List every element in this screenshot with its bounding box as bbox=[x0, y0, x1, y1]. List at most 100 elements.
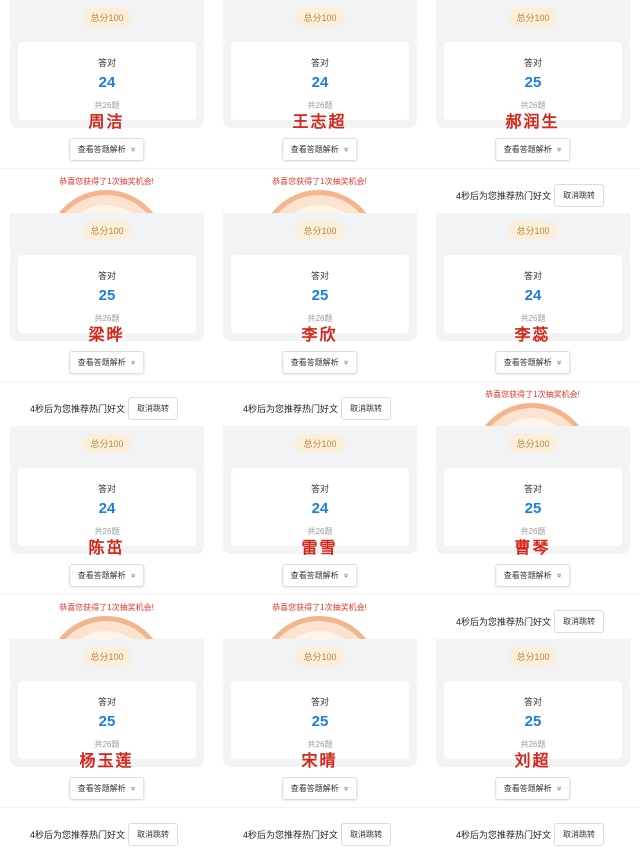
view-answer-analysis-button[interactable]: 查看答题解析» bbox=[68, 351, 145, 374]
view-answer-analysis-button[interactable]: 查看答题解析» bbox=[281, 564, 358, 587]
score-panel: 总分100 bbox=[436, 639, 630, 684]
correct-count: 25 bbox=[524, 500, 542, 517]
cancel-redirect-button[interactable]: 取消跳转 bbox=[128, 823, 178, 846]
result-tile: 总分100 答对 25 共26题 宋晴 查看答题解析» 4秒后为您推荐热门好文 … bbox=[213, 639, 426, 852]
score-panel: 总分100 bbox=[10, 213, 204, 258]
lottery-wheel-arc[interactable] bbox=[259, 190, 379, 213]
correct-label: 答对 bbox=[523, 484, 542, 494]
name-signature: 杨玉莲 bbox=[79, 751, 134, 770]
redirect-countdown-text: 4秒后为您推荐热门好文 bbox=[30, 830, 126, 840]
score-badge: 总分100 bbox=[82, 8, 132, 27]
result-tile: 总分100 答对 25 共26题 杨玉莲 查看答题解析» 4秒后为您推荐热门好文… bbox=[0, 639, 213, 852]
chevron-double-down-icon: » bbox=[554, 147, 564, 152]
score-panel: 总分100 bbox=[223, 426, 417, 471]
score-badge: 总分100 bbox=[295, 434, 345, 453]
lottery-message: 恭喜您获得了1次抽奖机会! bbox=[272, 177, 367, 186]
cancel-redirect-button[interactable]: 取消跳转 bbox=[554, 610, 604, 633]
divider bbox=[426, 381, 639, 382]
lottery-message: 恭喜您获得了1次抽奖机会! bbox=[485, 390, 580, 399]
chevron-double-down-icon: » bbox=[554, 786, 564, 791]
chevron-double-down-icon: » bbox=[341, 360, 351, 365]
view-answer-analysis-button[interactable]: 查看答题解析» bbox=[281, 777, 358, 800]
score-panel: 总分100 bbox=[436, 426, 630, 471]
cancel-redirect-button[interactable]: 取消跳转 bbox=[341, 823, 391, 846]
view-answer-analysis-button[interactable]: 查看答题解析» bbox=[281, 351, 358, 374]
redirect-countdown-text: 4秒后为您推荐热门好文 bbox=[30, 404, 126, 414]
view-answer-analysis-button[interactable]: 查看答题解析» bbox=[494, 351, 571, 374]
name-signature: 宋晴 bbox=[301, 751, 338, 770]
view-answer-analysis-button[interactable]: 查看答题解析» bbox=[281, 138, 358, 161]
view-answer-analysis-button[interactable]: 查看答题解析» bbox=[68, 564, 145, 587]
view-answer-analysis-button[interactable]: 查看答题解析» bbox=[494, 564, 571, 587]
name-signature: 刘超 bbox=[514, 751, 551, 770]
lottery-wheel-inner bbox=[61, 631, 151, 639]
lottery-wheel-arc[interactable] bbox=[46, 616, 166, 639]
redirect-countdown-text: 4秒后为您推荐热门好文 bbox=[243, 404, 339, 414]
divider bbox=[213, 594, 426, 595]
cancel-redirect-button[interactable]: 取消跳转 bbox=[554, 184, 604, 207]
redirect-countdown-text: 4秒后为您推荐热门好文 bbox=[456, 191, 552, 201]
chevron-double-down-icon: » bbox=[341, 147, 351, 152]
correct-label: 答对 bbox=[310, 271, 329, 281]
correct-label: 答对 bbox=[97, 271, 116, 281]
divider bbox=[426, 168, 639, 169]
lottery-wheel-arc[interactable] bbox=[472, 403, 592, 426]
review-button-label: 查看答题解析 bbox=[77, 784, 126, 793]
review-button-label: 查看答题解析 bbox=[503, 358, 552, 367]
chevron-double-down-icon: » bbox=[128, 573, 138, 578]
lottery-wheel-arc[interactable] bbox=[46, 190, 166, 213]
chevron-double-down-icon: » bbox=[554, 573, 564, 578]
divider bbox=[0, 381, 213, 382]
view-answer-analysis-button[interactable]: 查看答题解析» bbox=[494, 777, 571, 800]
review-button-label: 查看答题解析 bbox=[77, 358, 126, 367]
score-panel: 总分100 bbox=[436, 213, 630, 258]
review-button-label: 查看答题解析 bbox=[290, 571, 339, 580]
correct-label: 答对 bbox=[97, 484, 116, 494]
view-answer-analysis-button[interactable]: 查看答题解析» bbox=[494, 138, 571, 161]
correct-count: 25 bbox=[311, 287, 329, 304]
correct-count: 24 bbox=[311, 74, 329, 91]
redirect-countdown-text: 4秒后为您推荐热门好文 bbox=[243, 830, 339, 840]
cancel-redirect-button[interactable]: 取消跳转 bbox=[128, 397, 178, 420]
result-tile: 总分100 答对 25 共26题 曹琴 查看答题解析» 4秒后为您推荐热门好文 … bbox=[426, 426, 639, 639]
redirect-countdown-text: 4秒后为您推荐热门好文 bbox=[456, 617, 552, 627]
lottery-wheel-arc[interactable] bbox=[259, 616, 379, 639]
correct-count: 24 bbox=[311, 500, 329, 517]
view-answer-analysis-button[interactable]: 查看答题解析» bbox=[68, 777, 145, 800]
correct-label: 答对 bbox=[310, 484, 329, 494]
correct-count: 24 bbox=[98, 74, 116, 91]
lottery-wheel-inner bbox=[274, 631, 364, 639]
score-badge: 总分100 bbox=[508, 8, 558, 27]
redirect-bar: 4秒后为您推荐热门好文 取消跳转 bbox=[213, 823, 426, 846]
score-badge: 总分100 bbox=[82, 434, 132, 453]
correct-count: 25 bbox=[311, 713, 329, 730]
lottery-message: 恭喜您获得了1次抽奖机会! bbox=[272, 603, 367, 612]
redirect-countdown-text: 4秒后为您推荐热门好文 bbox=[456, 830, 552, 840]
chevron-double-down-icon: » bbox=[341, 573, 351, 578]
review-button-label: 查看答题解析 bbox=[290, 784, 339, 793]
correct-label: 答对 bbox=[523, 271, 542, 281]
cancel-redirect-button[interactable]: 取消跳转 bbox=[341, 397, 391, 420]
result-tile: 总分100 答对 24 共26题 李蕊 查看答题解析» 恭喜您获得了1次抽奖机会… bbox=[426, 213, 639, 426]
view-answer-analysis-button[interactable]: 查看答题解析» bbox=[68, 138, 145, 161]
score-badge: 总分100 bbox=[295, 221, 345, 240]
name-signature: 李欣 bbox=[301, 325, 338, 344]
name-signature: 郝润生 bbox=[505, 112, 560, 131]
result-tile: 总分100 答对 25 共26题 刘超 查看答题解析» 4秒后为您推荐热门好文 … bbox=[426, 639, 639, 852]
redirect-bar: 4秒后为您推荐热门好文 取消跳转 bbox=[0, 397, 213, 420]
redirect-bar: 4秒后为您推荐热门好文 取消跳转 bbox=[426, 823, 639, 846]
correct-count: 24 bbox=[524, 287, 542, 304]
result-tile: 总分100 答对 24 共26题 王志超 查看答题解析» 恭喜您获得了1次抽奖机… bbox=[213, 0, 426, 213]
redirect-bar: 4秒后为您推荐热门好文 取消跳转 bbox=[426, 184, 639, 207]
cancel-redirect-button[interactable]: 取消跳转 bbox=[554, 823, 604, 846]
redirect-bar: 4秒后为您推荐热门好文 取消跳转 bbox=[426, 610, 639, 633]
divider bbox=[426, 807, 639, 808]
result-tile: 总分100 答对 25 共26题 郝润生 查看答题解析» 4秒后为您推荐热门好文… bbox=[426, 0, 639, 213]
correct-label: 答对 bbox=[523, 58, 542, 68]
chevron-double-down-icon: » bbox=[554, 360, 564, 365]
name-signature: 梁晔 bbox=[88, 325, 125, 344]
divider bbox=[426, 594, 639, 595]
name-signature: 雷雪 bbox=[301, 538, 338, 557]
divider bbox=[0, 594, 213, 595]
name-signature: 周洁 bbox=[88, 112, 125, 131]
